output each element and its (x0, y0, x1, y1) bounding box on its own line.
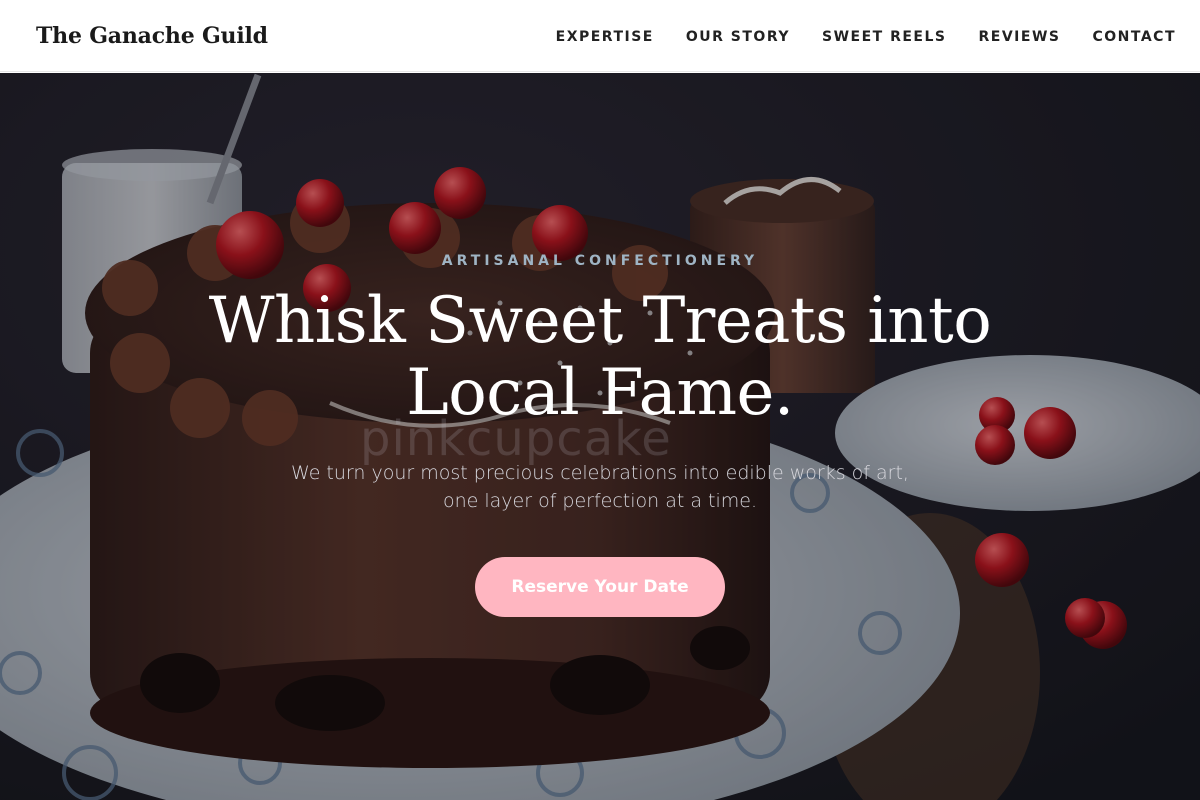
hero-headline-line-2: Local Fame. (406, 356, 794, 430)
nav-link-contact[interactable]: CONTACT (1092, 29, 1176, 45)
hero-subtitle-line-2: one layer of perfection at a time. (442, 490, 758, 512)
hero-section: pinkcupcake ARTISANAL CONFECTIONERY Whis… (0, 73, 1200, 800)
nav-link-our-story[interactable]: OUR STORY (686, 29, 790, 45)
reserve-date-button[interactable]: Reserve Your Date (475, 557, 725, 617)
hero-eyebrow: ARTISANAL CONFECTIONERY (441, 253, 759, 269)
brand-logo[interactable]: The Ganache Guild (36, 23, 268, 49)
nav-link-reviews[interactable]: REVIEWS (979, 29, 1061, 45)
nav-item-reviews: REVIEWS (979, 26, 1061, 45)
hero-headline-line-1: Whisk Sweet Treats into (208, 284, 992, 358)
nav-link-expertise[interactable]: EXPERTISE (556, 29, 654, 45)
main-nav: EXPERTISE OUR STORY SWEET REELS REVIEWS … (556, 26, 1176, 45)
nav-link-sweet-reels[interactable]: SWEET REELS (822, 29, 947, 45)
hero-headline: Whisk Sweet Treats into Local Fame. (200, 285, 1000, 429)
hero-subtitle-line-1: We turn your most precious celebrations … (291, 462, 909, 484)
nav-item-sweet-reels: SWEET REELS (822, 26, 947, 45)
nav-item-expertise: EXPERTISE (556, 26, 654, 45)
nav-item-our-story: OUR STORY (686, 26, 790, 45)
hero-content: ARTISANAL CONFECTIONERY Whisk Sweet Trea… (200, 253, 1000, 617)
site-header: The Ganache Guild EXPERTISE OUR STORY SW… (0, 0, 1200, 72)
hero-subtitle: We turn your most precious celebrations … (270, 459, 930, 515)
nav-item-contact: CONTACT (1092, 26, 1176, 45)
